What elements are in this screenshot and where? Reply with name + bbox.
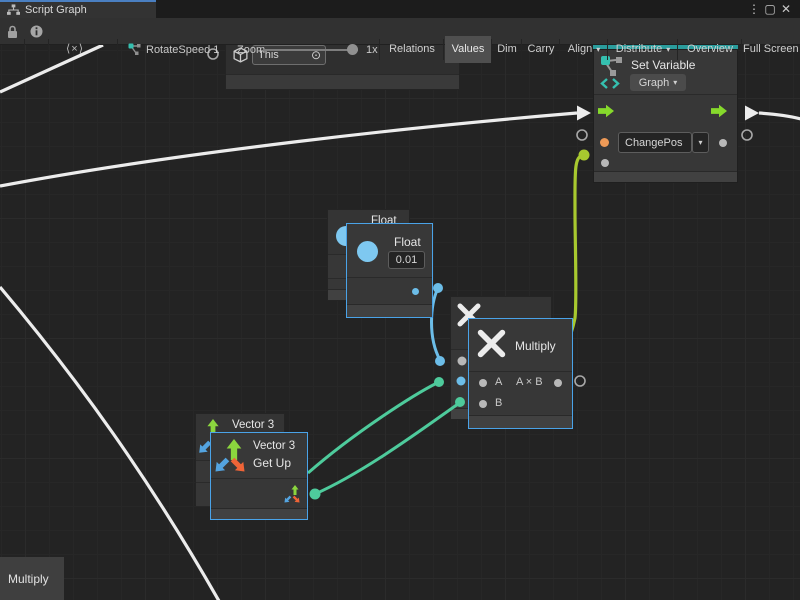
toolbar-button-dim[interactable]: Dim [493, 36, 521, 63]
window-menu-icon[interactable]: ⋮ [748, 1, 760, 17]
variable-name-field[interactable]: ChangePos [618, 132, 692, 153]
status-label: Multiply [8, 572, 49, 586]
graph-icon [7, 4, 20, 16]
caret-down-icon: ▾ [666, 45, 670, 54]
node-vector3-get-up[interactable]: Vector 3 Get Up [210, 432, 308, 520]
angle-right-icon: ⟩ [79, 43, 84, 55]
lock-button[interactable] [6, 25, 19, 44]
tab-script-graph[interactable]: Script Graph [0, 0, 156, 18]
toolbar-button-values[interactable]: Values [445, 36, 491, 63]
tab-label: Script Graph [25, 4, 87, 16]
node-set-variable[interactable]: Set Variable Graph ▾ ChangePos [593, 43, 738, 183]
zoom-slider-handle[interactable] [347, 44, 358, 55]
port-value-in[interactable] [601, 159, 609, 167]
x-glyph-icon: × [71, 43, 78, 55]
port-multiply-a[interactable] [479, 379, 487, 387]
variable-name-dropdown[interactable]: ▾ [692, 132, 709, 153]
port-label-axb: A × B [516, 376, 543, 388]
toolbar-button-full-screen[interactable]: Full Screen [743, 36, 800, 63]
float-icon [357, 241, 378, 262]
graph-toolbar: ⟨×⟩ RotateSpeed 1 Zoom 1x Relations Valu… [0, 18, 800, 45]
port-float-out[interactable] [412, 288, 419, 295]
float-value-field[interactable]: 0.01 [388, 251, 425, 269]
multiply-icon [477, 329, 506, 358]
caret-down-icon: ▾ [596, 45, 600, 54]
zoom-label: Zoom [237, 44, 265, 56]
port-variable-out[interactable] [719, 139, 727, 147]
window-maximize-icon[interactable]: ▢ [763, 1, 777, 17]
caret-down-icon: ▾ [673, 78, 677, 87]
toolbar-button-relations[interactable]: Relations [381, 36, 443, 63]
toolbar-button-align[interactable]: Align▾ [561, 36, 607, 63]
toolbar-button-carry[interactable]: Carry [523, 36, 559, 63]
node-title: Multiply [515, 339, 556, 353]
breadcrumb-graph-title[interactable]: RotateSpeed 1 [146, 44, 219, 56]
caret-down-icon: ▾ [698, 138, 702, 147]
node-operation: Get Up [253, 456, 291, 470]
zoom-value: 1x [366, 44, 378, 56]
code-view-button[interactable]: ⟨×⟩ [66, 36, 84, 63]
node-title: Float [394, 235, 421, 249]
control-input-arrow-icon[interactable] [598, 103, 614, 119]
info-button[interactable] [30, 25, 43, 43]
control-output-arrow-icon[interactable] [711, 103, 727, 119]
node-title: Vector 3 [253, 440, 295, 452]
status-label-box: Multiply [0, 557, 64, 600]
variable-scope-dropdown[interactable]: Graph ▾ [630, 74, 686, 91]
graph-breadcrumb-icon [128, 43, 141, 56]
port-label-b: B [495, 397, 502, 409]
tab-bar: Script Graph ⋮ ▢ ✕ [0, 0, 800, 18]
zoom-slider-track[interactable] [263, 49, 358, 51]
port-multiply-out[interactable] [554, 379, 562, 387]
node-multiply[interactable]: Multiply A A × B B [468, 318, 573, 429]
toolbar-button-overview[interactable]: Overview [679, 36, 741, 63]
port-label-a: A [495, 376, 502, 388]
lock-icon [6, 25, 19, 39]
toolbar-button-distribute[interactable]: Distribute▾ [609, 36, 677, 63]
port-variable-name-in[interactable] [600, 138, 609, 147]
node-float[interactable]: Float 0.01 [346, 223, 433, 318]
script-graph-window: Float Vector 3 [0, 0, 800, 600]
window-close-icon[interactable]: ✕ [779, 1, 793, 17]
info-icon [30, 25, 43, 38]
vector3-output-icon[interactable] [283, 485, 301, 504]
port-multiply-b[interactable] [479, 400, 487, 408]
node-title: Vector 3 [232, 419, 274, 431]
